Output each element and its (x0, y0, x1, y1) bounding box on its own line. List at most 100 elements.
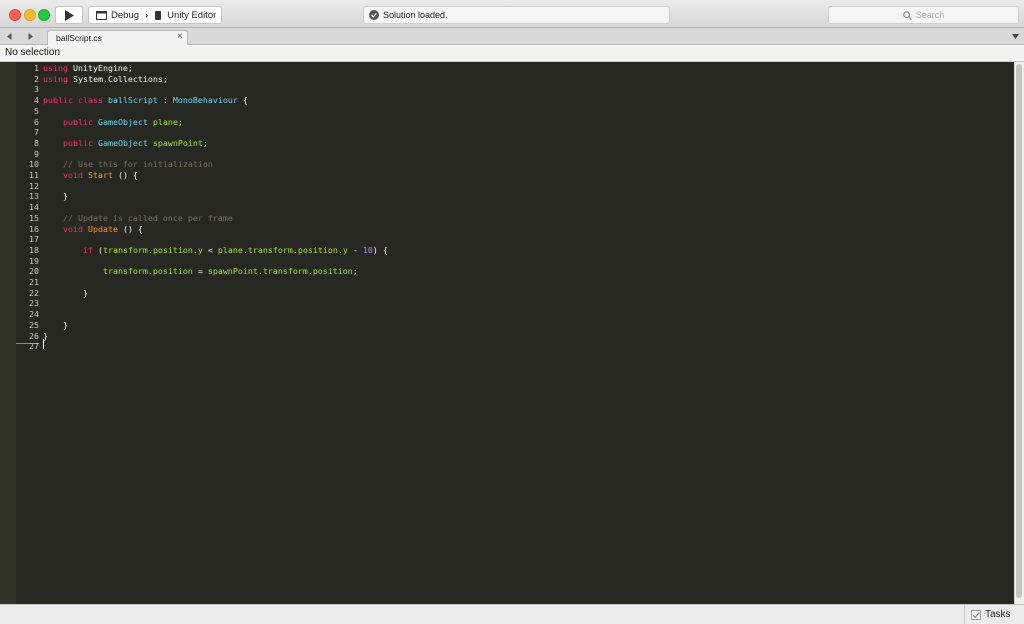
tasks-button[interactable]: Tasks (964, 605, 1024, 624)
close-icon[interactable]: × (177, 31, 183, 42)
code-line[interactable]: 27 (16, 341, 43, 352)
code-token: transform (102, 266, 148, 277)
line-number: 15 (29, 212, 39, 223)
tasks-label: Tasks (985, 609, 1011, 620)
minimize-window-button[interactable] (24, 9, 36, 21)
code-line[interactable]: 9 (16, 149, 43, 160)
code-line[interactable]: 18 if (transform.position.y < plane.tran… (16, 245, 388, 256)
code-text: // Use this for initialization (43, 159, 213, 170)
code-line[interactable]: 6 public GameObject plane; (16, 117, 183, 128)
code-line[interactable]: 24 (16, 309, 43, 320)
line-number: 25 (29, 319, 39, 330)
code-token: if (82, 244, 93, 255)
code-line[interactable]: 5 (16, 106, 43, 117)
code-token: GameObject (97, 137, 148, 148)
code-text: void Update () { (43, 224, 143, 235)
code-token: System.Collections; (67, 73, 168, 84)
code-line[interactable]: 14 (16, 202, 43, 213)
zoom-window-button[interactable] (38, 9, 50, 21)
line-number: 13 (29, 191, 39, 202)
code-token: position (152, 266, 193, 277)
code-text: } (43, 320, 68, 331)
code-line[interactable]: 1 using UnityEngine; (16, 63, 133, 74)
line-number: 6 (34, 116, 39, 127)
code-line[interactable]: 23 (16, 298, 43, 309)
code-line[interactable]: 19 (16, 256, 43, 267)
code-token: ; (177, 116, 183, 127)
code-line[interactable]: 4 public class ballScript : MonoBehaviour… (16, 95, 248, 106)
code-token: position (312, 266, 353, 277)
code-token: } (43, 330, 48, 341)
line-number: 4 (34, 95, 39, 106)
code-line[interactable]: 3 (16, 84, 43, 95)
code-line[interactable]: 20 transform.position = spawnPoint.trans… (16, 266, 358, 277)
search-input[interactable]: Search (828, 6, 1019, 24)
close-window-button[interactable] (9, 9, 21, 21)
run-button[interactable] (55, 6, 83, 24)
line-number: 20 (29, 266, 39, 277)
code-editor[interactable]: 1 using UnityEngine; 2 using System.Collect… (16, 62, 1014, 604)
code-line[interactable]: 26} (16, 331, 48, 342)
code-line[interactable]: 8 public GameObject spawnPoint; (16, 138, 208, 149)
line-number: 11 (29, 170, 39, 180)
code-line[interactable]: 15 // Update is called once per frame (16, 213, 233, 224)
code-token: transform (247, 244, 293, 255)
code-line[interactable]: 11 void Start () { (16, 170, 138, 181)
selection-label: No selection (5, 47, 61, 58)
code-token: transform (102, 244, 148, 255)
code-token: spawnPoint (207, 266, 258, 277)
code-line[interactable]: 16 void Update () { (16, 224, 143, 235)
tab-bar: ballScript.cs × (0, 28, 1024, 45)
line-number: 7 (34, 127, 39, 138)
code-token: : (157, 95, 173, 106)
code-token: plane (152, 116, 178, 127)
code-line[interactable]: 2 using System.Collections; (16, 74, 168, 85)
code-line[interactable]: 7 (16, 127, 43, 138)
code-token: ; (352, 266, 358, 277)
code-token: using (43, 73, 68, 84)
code-token: ) { (372, 244, 388, 255)
code-line[interactable]: 25 } (16, 320, 68, 331)
code-line[interactable]: 12 (16, 181, 43, 192)
code-token: // Update is called once per frame (43, 212, 233, 223)
code-token: position (297, 244, 338, 255)
chevron-down-icon[interactable] (1012, 34, 1019, 39)
code-token: = (192, 266, 208, 277)
line-number: 16 (29, 223, 39, 234)
code-token: transform (262, 266, 308, 277)
line-number: 17 (29, 234, 39, 245)
line-number: 10 (29, 159, 39, 170)
code-text: using UnityEngine; (43, 63, 133, 74)
line-number: 22 (29, 287, 39, 298)
back-arrow-icon[interactable] (7, 33, 12, 40)
breadcrumb-separator: › (145, 9, 149, 21)
forward-arrow-icon[interactable] (28, 33, 33, 40)
line-number: 26 (29, 330, 39, 341)
line-number: 12 (29, 180, 39, 191)
code-token: } (43, 191, 68, 202)
code-line[interactable]: 10 // Use this for initialization (16, 159, 213, 170)
line-number: 9 (34, 148, 39, 159)
code-text: public GameObject spawnPoint; (43, 138, 208, 149)
status-text: Solution loaded. (383, 10, 448, 20)
code-text: public GameObject plane; (43, 117, 183, 128)
line-number: 24 (29, 309, 39, 320)
code-token: position (152, 244, 193, 255)
scrollbar-thumb[interactable] (1016, 64, 1022, 598)
fold-margin (0, 62, 16, 604)
path-bar[interactable]: No selection (0, 45, 1024, 62)
line-number: 14 (29, 202, 39, 213)
code-line[interactable]: 21 (16, 277, 43, 288)
device-icon (155, 10, 162, 20)
code-line[interactable]: 13 } (16, 191, 68, 202)
tab-ballscript[interactable]: ballScript.cs × (47, 30, 188, 45)
status-bar: Tasks (0, 604, 1024, 624)
status-display: Solution loaded. (363, 6, 670, 24)
configuration-selector[interactable]: Debug › Unity Editor (88, 6, 222, 24)
code-line[interactable]: 17 (16, 234, 43, 245)
code-token: spawnPoint (152, 137, 203, 148)
code-token: MonoBehaviour (172, 95, 238, 106)
code-line[interactable]: 22 } (16, 288, 88, 299)
